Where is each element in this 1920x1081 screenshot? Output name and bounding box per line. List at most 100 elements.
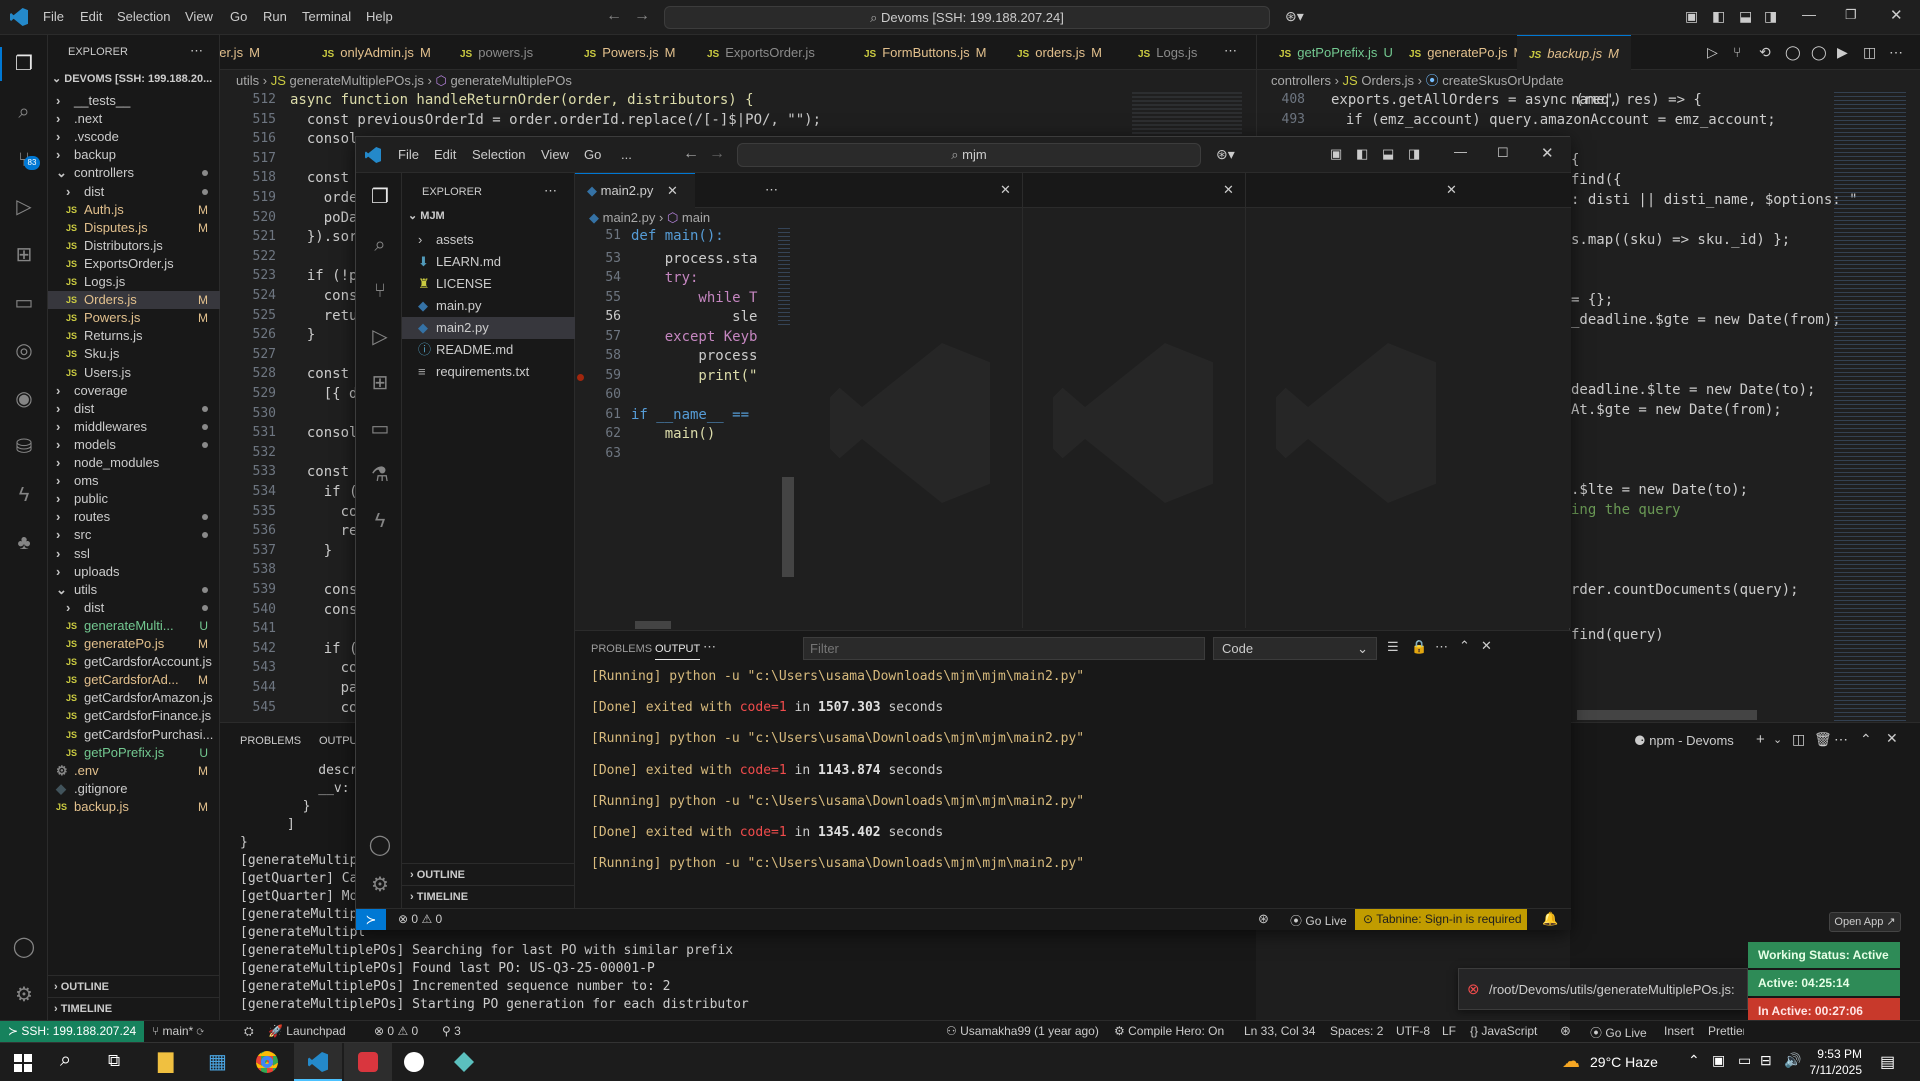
tree-row[interactable]: › dist [48,183,220,201]
tree-row[interactable]: › uploads [48,563,220,581]
w2-panel-tab-output[interactable]: OUTPUT [655,643,701,660]
w2-menu-more[interactable]: ... [621,147,632,162]
minimap-left[interactable] [1132,92,1242,142]
postman-icon[interactable]: ◉ [12,387,36,411]
tree-row[interactable]: JS getPoPrefix.js U [48,744,220,762]
menu-selection[interactable]: Selection [117,9,170,24]
tree-row[interactable]: JS getCardsforAccount.js [48,653,220,671]
w2-command-center[interactable]: ⌕ mjm [737,143,1201,167]
open-app-button[interactable]: Open App ↗ [1829,912,1901,932]
tree-row[interactable]: JS getCardsforAmazon.js [48,689,220,707]
menu-run[interactable]: Run [263,9,287,24]
launchpad[interactable]: 🚀 Launchpad [268,1024,346,1038]
tree-row[interactable]: JS Powers.js M [48,309,220,327]
tabnine-status[interactable]: ⊙ Tabnine: Sign-in is required [1355,909,1527,930]
breadcrumb-item[interactable]: Orders.js [1361,73,1414,88]
insert-mode[interactable]: Insert [1664,1024,1694,1038]
w2-editor[interactable]: 51 53 54 55 56 57 58 59 60 61 62 63 def main(): proc… [575,228,800,626]
extensions-icon[interactable]: ⊞ [368,371,392,395]
menu-edit[interactable]: Edit [80,9,102,24]
lock-icon[interactable]: 🔒 [1411,639,1427,655]
toggle-secondary-sidebar-icon[interactable]: ◨ [1408,146,1420,162]
weather-label[interactable]: 29°C Haze [1590,1054,1658,1070]
tree-row[interactable]: › dist [48,599,220,617]
tree-row[interactable]: › ssl [48,545,220,563]
tree-row[interactable]: JS Logs.js [48,273,220,291]
python-icon[interactable]: ♣ [12,531,36,555]
tree-row[interactable]: › dist [48,400,220,418]
editor-tab[interactable]: JS Powers.js M [572,35,687,69]
lightning-icon[interactable]: ϟ [12,483,36,507]
w2-outline-section[interactable]: › OUTLINE [402,863,575,885]
breadcrumb-item[interactable]: controllers [1271,73,1331,88]
gitlens-icon[interactable]: ◎ [12,339,36,363]
language-mode[interactable]: {} JavaScript [1470,1024,1537,1038]
menu-file[interactable]: File [43,9,64,24]
minimize-icon[interactable]: — [1454,144,1467,159]
editor-tab[interactable]: JS FormButtons.js M [852,35,999,69]
taskbar-app-zoom[interactable] [344,1043,392,1081]
tree-row[interactable]: JS Returns.js [48,327,220,345]
compile-hero[interactable]: ⚙ Compile Hero: On [1114,1024,1224,1038]
more-actions-icon[interactable]: ⋯ [1435,639,1448,655]
close-group-icon[interactable]: ✕ [1223,182,1234,198]
back-arrow-icon[interactable]: ← [683,145,699,163]
close-panel-icon[interactable]: ✕ [1481,638,1492,654]
clear-output-icon[interactable]: ☰ [1387,639,1399,655]
search-icon[interactable]: ⌕ [60,1049,71,1072]
more-actions-icon[interactable]: ⋯ [1889,44,1903,61]
windows-start-icon[interactable] [14,1054,32,1072]
tree-row[interactable]: › .vscode [48,128,220,146]
more-actions-icon[interactable]: ⋯ [703,639,716,655]
toggle-secondary-sidebar-icon[interactable]: ◨ [1764,8,1777,25]
toggle-sidebar-icon[interactable]: ◧ [1356,146,1368,162]
back-arrow-icon[interactable]: ← [606,7,622,25]
editor-tab[interactable]: JS onlyAdmin.js M [310,35,443,69]
command-center[interactable]: ⌕ Devoms [SSH: 199.188.207.24] [664,6,1270,29]
workspace-root[interactable]: ⌄ DEVOMS [SSH: 199.188.20... [52,72,212,85]
explorer-icon[interactable]: ❐ [12,52,36,76]
testing-icon[interactable]: ⚗ [368,463,392,487]
app-circle-icon[interactable] [404,1052,424,1072]
more-actions-icon[interactable]: ⋯ [765,182,778,198]
tree-row[interactable]: JS Sku.js [48,345,220,363]
w2-menu-file[interactable]: File [398,147,419,162]
close-group-icon[interactable]: ✕ [1446,182,1457,198]
menu-go[interactable]: Go [230,9,247,24]
extensions-icon[interactable]: ⊞ [12,243,36,267]
close-window-icon[interactable]: ✕ [1541,144,1554,162]
editor-tab[interactable]: JS getPoPrefix.js U [1267,35,1405,70]
w2-panel-tab-problems[interactable]: PROBLEMS [591,643,652,655]
editor-tab[interactable]: JS ExportsOrder.js [695,35,827,69]
copilot-status-icon[interactable]: ⊛ [1560,1023,1571,1039]
search-icon[interactable]: ⌕ [12,100,36,124]
w2-tree-row[interactable]: ◆ main.py [402,295,575,317]
close-group-icon[interactable]: ✕ [1000,182,1011,198]
problems-status[interactable]: ⊗ 0 ⚠ 0 [374,1024,418,1038]
breadcrumb-item[interactable]: createSkusOrUpdate [1442,73,1563,88]
w2-root-folder[interactable]: ⌄ MJM [408,209,445,222]
w2-tree-row[interactable]: › assets [402,229,575,251]
notification-toast[interactable]: ⊗ /root/Devoms/utils/generateMultiplePOs… [1458,968,1748,1010]
tree-row[interactable]: ⚙ .env M [48,762,220,780]
run-debug-icon[interactable]: ▷ [368,325,392,349]
tree-row[interactable]: › oms [48,472,220,490]
breakpoint-icon[interactable] [577,374,584,381]
tree-row[interactable]: JS getCardsforFinance.js [48,707,220,725]
more-actions-icon[interactable]: ⋯ [544,183,557,199]
notifications-bell-icon[interactable]: 🔔 [1542,911,1558,927]
run-debug-icon[interactable]: ▷ [12,195,36,219]
panel-tab-output[interactable]: OUTPU [319,735,358,747]
account-icon[interactable]: ◯ [368,833,392,857]
tree-row[interactable]: › middlewares [48,418,220,436]
compare-icon[interactable]: ⑂ [1733,44,1741,60]
trash-icon[interactable]: 🗑 [1814,731,1832,748]
app-diamond-icon[interactable] [454,1052,474,1072]
maximize-panel-icon[interactable]: ⌃ [1459,638,1470,654]
ports-status[interactable]: ⚲ 3 [442,1024,461,1038]
circle-icon[interactable]: ◯ [1811,44,1827,61]
chevron-up-icon[interactable]: ⌃ [1688,1052,1700,1069]
tree-row[interactable]: › src [48,526,220,544]
tree-row[interactable]: JS Users.js [48,364,220,382]
git-branch[interactable]: ⑂ main* ⟳ [152,1024,204,1038]
